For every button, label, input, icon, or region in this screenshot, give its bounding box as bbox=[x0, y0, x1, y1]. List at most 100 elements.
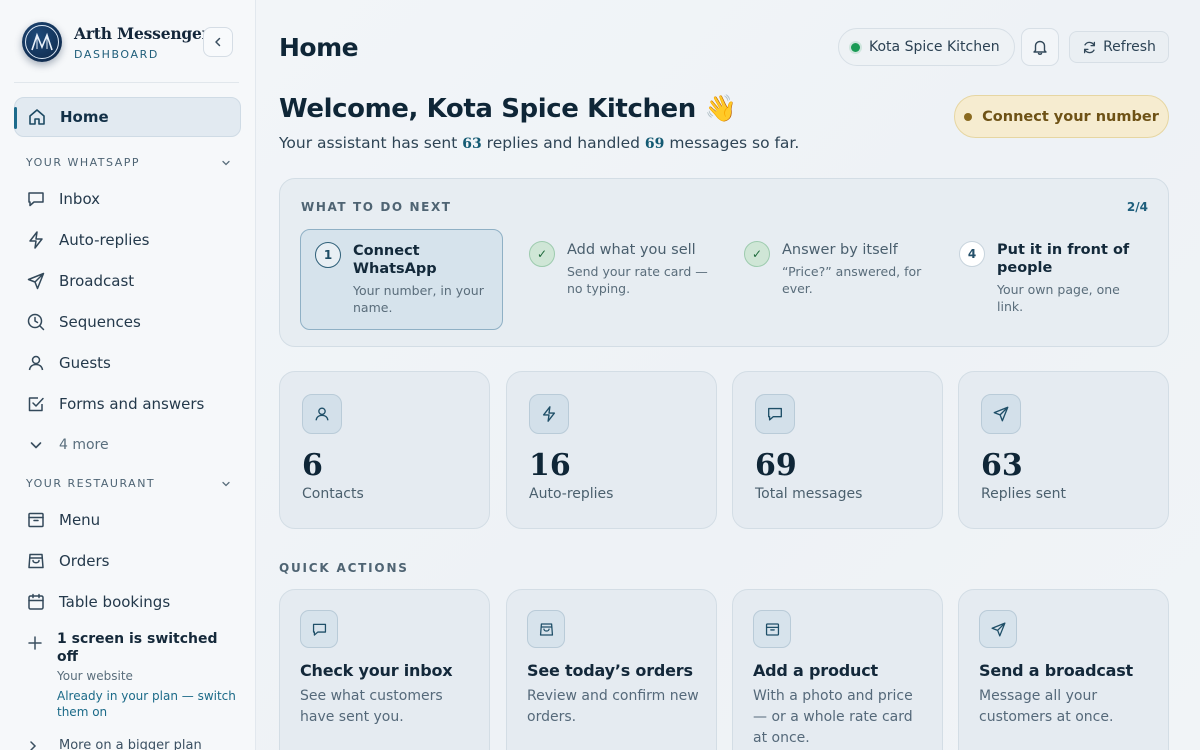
clock-search-icon bbox=[26, 312, 46, 332]
quick-action-check-inbox[interactable]: Check your inbox See what customers have… bbox=[279, 589, 490, 750]
chat-bubble-icon bbox=[300, 610, 338, 648]
sidebar-item-label: Orders bbox=[59, 552, 110, 570]
sidebar-item-label: Auto-replies bbox=[59, 231, 150, 249]
stat-card-total-messages[interactable]: 69 Total messages bbox=[732, 371, 943, 529]
sidebar-item-orders[interactable]: Orders bbox=[14, 541, 241, 581]
sidebar-item-table-bookings[interactable]: Table bookings bbox=[14, 582, 241, 622]
summary-suffix: messages so far. bbox=[669, 134, 800, 152]
step-put-in-front-of-people[interactable]: 4 Put it in front of people Your own pag… bbox=[945, 229, 1148, 330]
stat-card-auto-replies[interactable]: 16 Auto-replies bbox=[506, 371, 717, 529]
stat-card-contacts[interactable]: 6 Contacts bbox=[279, 371, 490, 529]
user-icon bbox=[26, 353, 46, 373]
sidebar-item-broadcast[interactable]: Broadcast bbox=[14, 261, 241, 301]
stat-card-replies-sent[interactable]: 63 Replies sent bbox=[958, 371, 1169, 529]
welcome-title: Welcome, Kota Spice Kitchen 👋 bbox=[279, 94, 737, 124]
sidebar-item-label: Broadcast bbox=[59, 272, 135, 290]
plus-icon bbox=[26, 630, 44, 720]
step-answer-by-itself[interactable]: ✓ Answer by itself “Price?” answered, fo… bbox=[730, 229, 933, 330]
sidebar-item-forms-and-answers[interactable]: Forms and answers bbox=[14, 384, 241, 424]
step-description: Send your rate card — no typing. bbox=[567, 264, 708, 296]
step-title: Connect WhatsApp bbox=[353, 243, 437, 277]
main-content: Home Kota Spice Kitchen Refresh Welcome,… bbox=[256, 0, 1200, 750]
step-title: Answer by itself bbox=[782, 242, 898, 258]
chat-bubble-icon bbox=[26, 189, 46, 209]
summary-prefix: Your assistant has sent bbox=[279, 134, 458, 152]
stat-value: 16 bbox=[529, 448, 571, 483]
welcome-summary: Your assistant has sent 63 replies and h… bbox=[279, 134, 799, 152]
sidebar-item-home[interactable]: Home bbox=[14, 97, 241, 137]
sidebar-item-label: Home bbox=[60, 108, 109, 126]
collapse-sidebar-button[interactable] bbox=[203, 27, 233, 57]
notifications-button[interactable] bbox=[1021, 28, 1059, 66]
step-description: Your number, in your name. bbox=[353, 283, 484, 315]
sidebar-item-label: 4 more bbox=[59, 437, 109, 453]
quick-action-todays-orders[interactable]: See today’s orders Review and confirm ne… bbox=[506, 589, 717, 750]
sidebar: Arth Messenger DASHBOARD Home YOUR WHATS… bbox=[0, 0, 256, 750]
quick-action-title: See today’s orders bbox=[527, 661, 693, 680]
quick-actions-label: QUICK ACTIONS bbox=[279, 561, 409, 575]
chevron-right-icon bbox=[26, 739, 46, 750]
sidebar-more-toggle[interactable]: 4 more bbox=[14, 425, 241, 465]
step-description: Your own page, one link. bbox=[997, 282, 1120, 314]
bigger-plan-label: More on a bigger plan bbox=[59, 738, 202, 750]
sidebar-item-guests[interactable]: Guests bbox=[14, 343, 241, 383]
step-add-what-you-sell[interactable]: ✓ Add what you sell Send your rate card … bbox=[515, 229, 718, 330]
bigger-plan-link[interactable]: More on a bigger plan bbox=[26, 738, 202, 750]
quick-action-description: See what customers have sent you. bbox=[300, 688, 443, 725]
connect-button-label: Connect your number bbox=[982, 108, 1159, 125]
sidebar-item-label: Guests bbox=[59, 354, 111, 372]
section-your-whatsapp[interactable]: YOUR WHATSAPP bbox=[26, 156, 231, 169]
bag-icon bbox=[527, 610, 565, 648]
sidebar-item-label: Sequences bbox=[59, 313, 141, 331]
brand[interactable]: Arth Messenger DASHBOARD bbox=[22, 22, 210, 62]
section-label: YOUR WHATSAPP bbox=[26, 156, 140, 169]
upsell-subtitle: Your website bbox=[57, 669, 133, 683]
next-steps-label: WHAT TO DO NEXT bbox=[301, 200, 452, 214]
connect-number-button[interactable]: Connect your number bbox=[954, 95, 1169, 138]
step-number-badge: 1 bbox=[315, 242, 341, 268]
check-icon: ✓ bbox=[529, 241, 555, 267]
lightning-icon bbox=[529, 394, 569, 434]
stat-label: Contacts bbox=[302, 486, 364, 502]
switched-off-screens-notice[interactable]: 1 screen is switched off Your website Al… bbox=[26, 630, 241, 720]
sidebar-item-sequences[interactable]: Sequences bbox=[14, 302, 241, 342]
quick-action-title: Check your inbox bbox=[300, 661, 453, 680]
calendar-icon bbox=[26, 592, 46, 612]
store-selector[interactable]: Kota Spice Kitchen bbox=[838, 28, 1015, 66]
bag-icon bbox=[26, 551, 46, 571]
section-label: YOUR RESTAURANT bbox=[26, 477, 156, 490]
brand-subtitle: DASHBOARD bbox=[74, 47, 159, 61]
sidebar-item-auto-replies[interactable]: Auto-replies bbox=[14, 220, 241, 260]
brand-title: Arth Messenger bbox=[74, 23, 210, 43]
send-icon bbox=[26, 271, 46, 291]
summary-middle: replies and handled bbox=[486, 134, 640, 152]
store-name: Kota Spice Kitchen bbox=[869, 39, 1000, 55]
sidebar-item-menu[interactable]: Menu bbox=[14, 500, 241, 540]
chevron-left-icon bbox=[212, 36, 224, 48]
brand-logo bbox=[22, 22, 62, 62]
quick-action-title: Send a broadcast bbox=[979, 661, 1133, 680]
stat-value: 6 bbox=[302, 448, 323, 483]
send-icon bbox=[981, 394, 1021, 434]
stat-label: Replies sent bbox=[981, 486, 1067, 502]
step-connect-whatsapp[interactable]: 1 Connect WhatsApp Your number, in your … bbox=[300, 229, 503, 330]
quick-action-title: Add a product bbox=[753, 661, 878, 680]
sidebar-item-inbox[interactable]: Inbox bbox=[14, 179, 241, 219]
quick-action-description: Message all your customers at once. bbox=[979, 688, 1114, 725]
send-icon bbox=[979, 610, 1017, 648]
sidebar-divider bbox=[14, 82, 239, 83]
section-your-restaurant[interactable]: YOUR RESTAURANT bbox=[26, 477, 231, 490]
refresh-button[interactable]: Refresh bbox=[1069, 31, 1169, 63]
home-icon bbox=[27, 107, 47, 127]
replies-count: 63 bbox=[462, 136, 482, 152]
sidebar-item-label: Table bookings bbox=[59, 593, 171, 611]
stat-value: 63 bbox=[981, 448, 1023, 483]
switch-on-link[interactable]: Already in your plan — switch them on bbox=[57, 688, 241, 720]
pending-status-dot bbox=[964, 112, 973, 121]
archive-icon bbox=[26, 510, 46, 530]
quick-action-add-product[interactable]: Add a product With a photo and price — o… bbox=[732, 589, 943, 750]
lightning-icon bbox=[26, 230, 46, 250]
next-steps-progress: 2/4 bbox=[1126, 200, 1148, 214]
quick-action-send-broadcast[interactable]: Send a broadcast Message all your custom… bbox=[958, 589, 1169, 750]
chevron-down-icon bbox=[26, 435, 46, 455]
